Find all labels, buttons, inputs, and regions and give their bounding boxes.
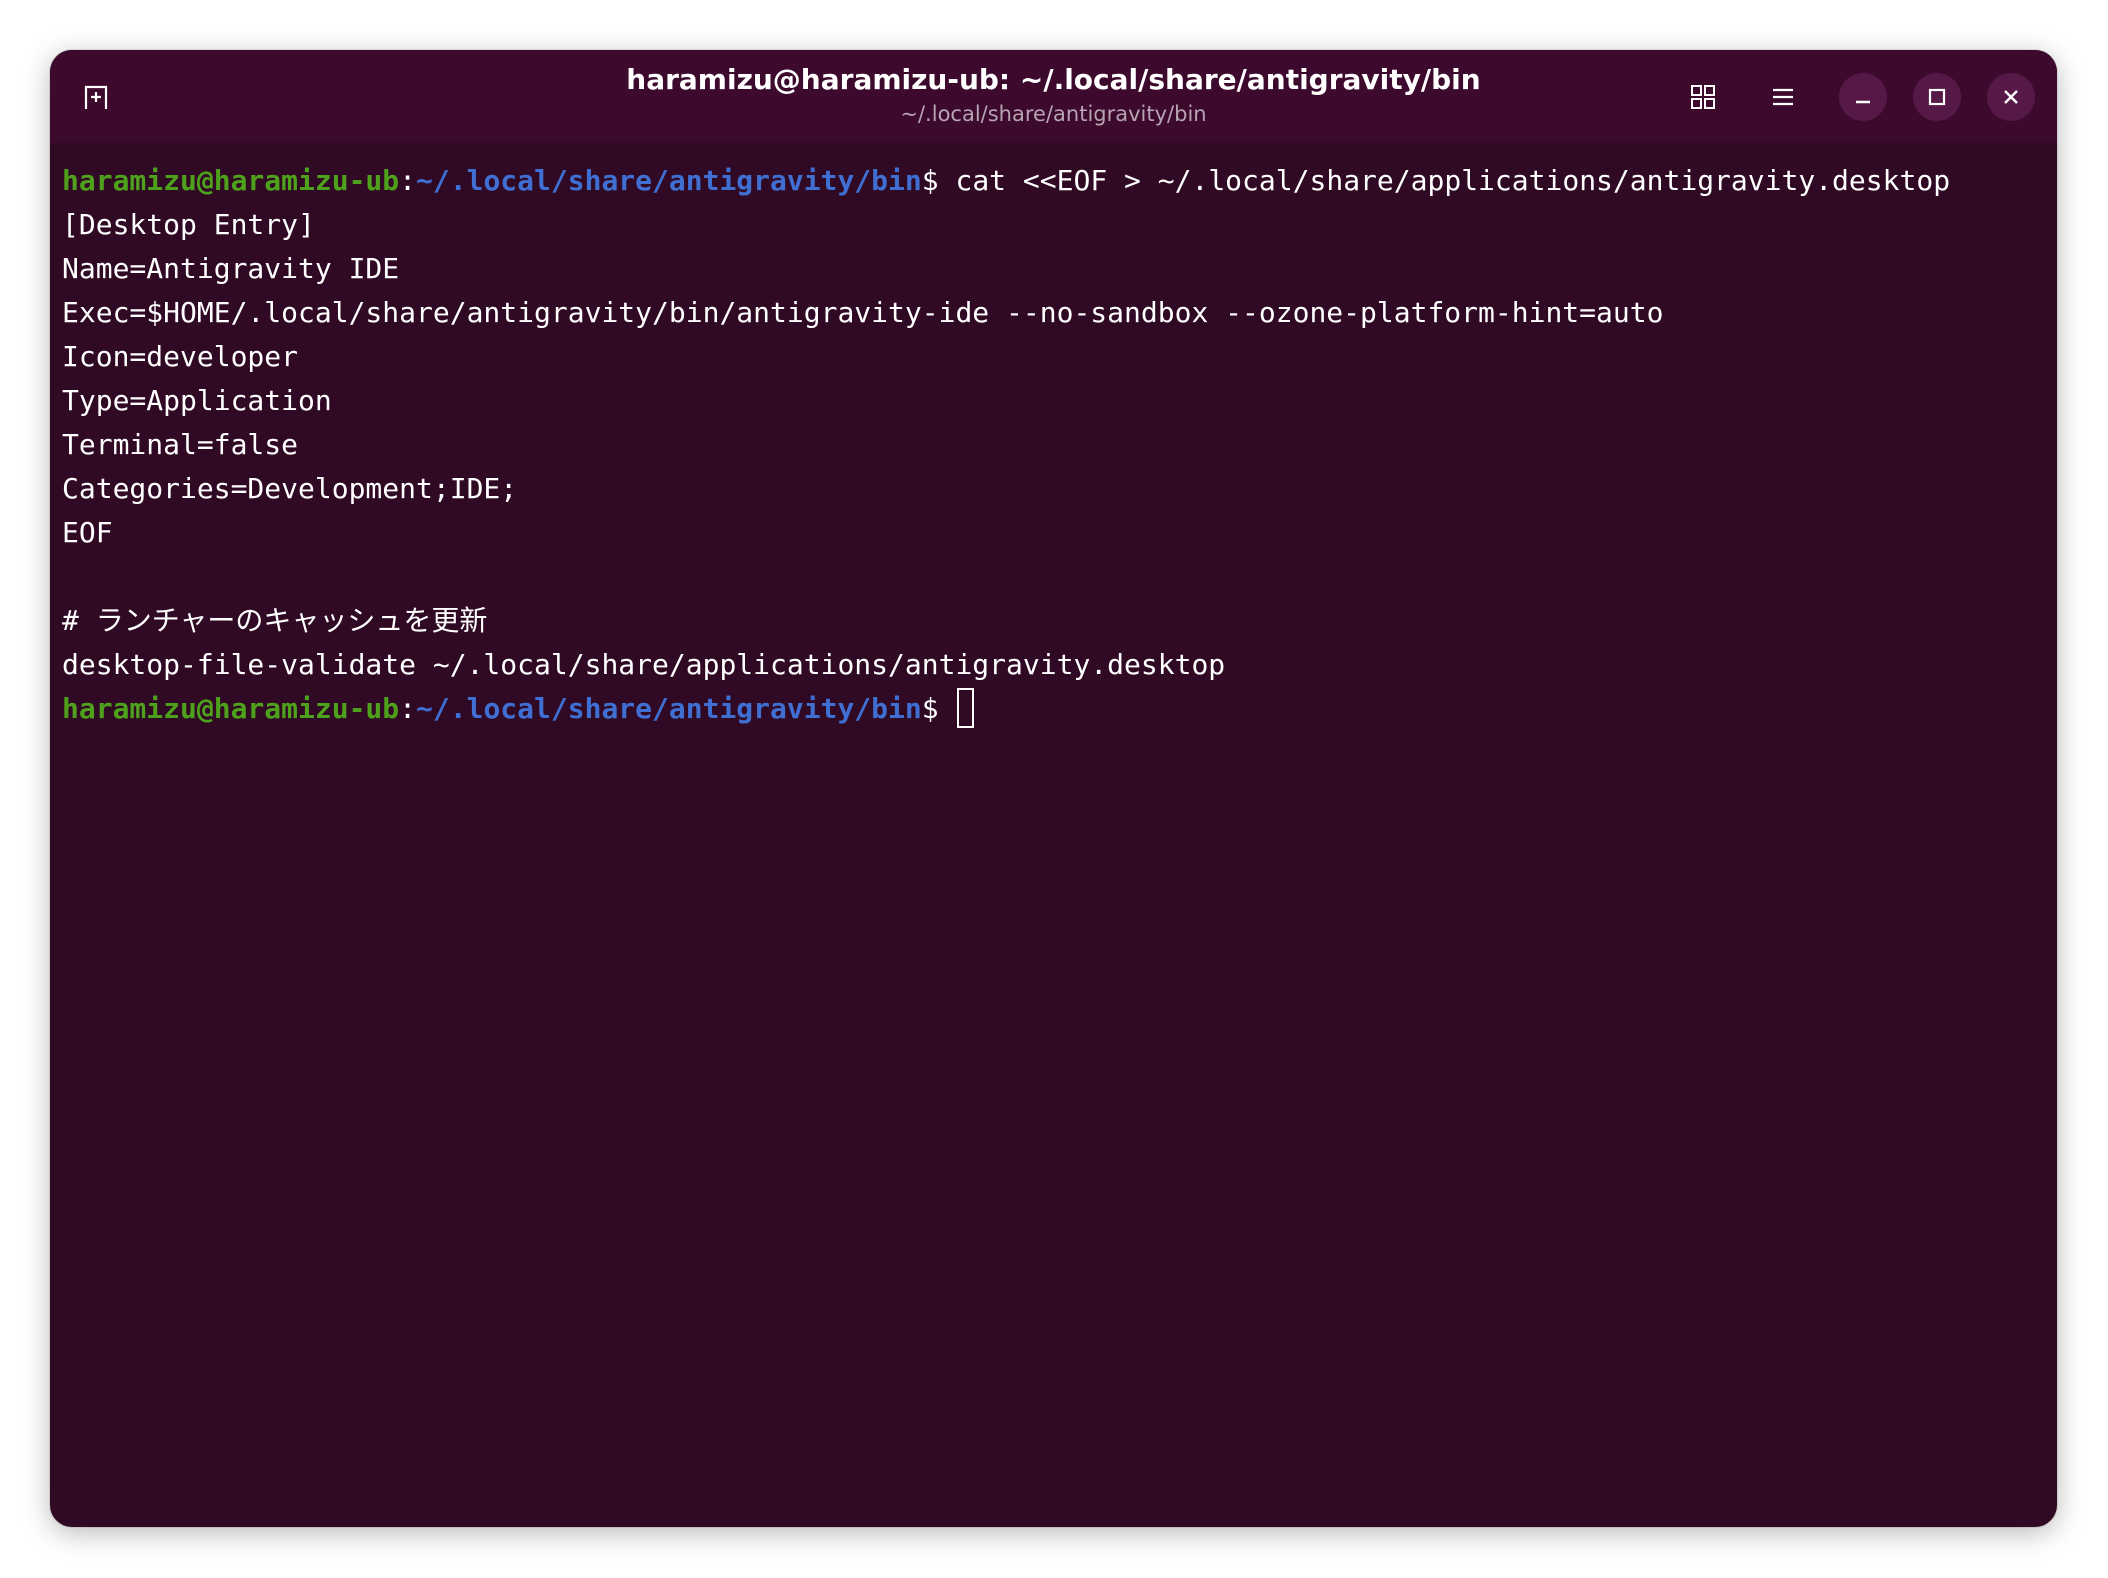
text-cursor [957, 688, 975, 728]
output-line: [Desktop Entry] [62, 208, 315, 241]
prompt-colon: : [399, 692, 417, 725]
window-subtitle: ~/.local/share/antigravity/bin [900, 102, 1207, 126]
hamburger-menu-icon [1773, 88, 1793, 106]
output-line: Type=Application [62, 384, 332, 417]
view-tabs-button[interactable] [1679, 73, 1727, 121]
minimize-button[interactable] [1839, 73, 1887, 121]
output-line: Name=Antigravity IDE [62, 252, 400, 285]
grid-icon [1691, 85, 1715, 109]
prompt-colon: : [399, 164, 417, 197]
prompt-path: ~/.local/share/antigravity/bin [416, 692, 922, 725]
maximize-icon [1928, 88, 1946, 106]
output-line: # ランチャーのキャッシュを更新 [62, 604, 488, 637]
active-prompt-line: haramizu@haramizu-ub:~/.local/share/anti… [62, 687, 2042, 731]
maximize-button[interactable] [1913, 73, 1961, 121]
command-line: haramizu@haramizu-ub:~/.local/share/anti… [62, 159, 2042, 203]
output-line: Exec=$HOME/.local/share/antigravity/bin/… [62, 296, 1664, 329]
terminal-output[interactable]: haramizu@haramizu-ub:~/.local/share/anti… [62, 143, 2042, 1513]
output-line: desktop-file-validate ~/.local/share/app… [62, 648, 1226, 681]
main-menu-button[interactable] [1759, 73, 1807, 121]
output-line: Icon=developer [62, 340, 299, 373]
close-icon [2004, 90, 2018, 104]
minimize-icon [1856, 100, 1870, 104]
header-bar: haramizu@haramizu-ub: ~/.local/share/ant… [50, 50, 2057, 143]
close-button[interactable] [1987, 73, 2035, 121]
output-line: Terminal=false [62, 428, 299, 461]
prompt-user-host: haramizu@haramizu-ub [62, 692, 400, 725]
prompt-user-host: haramizu@haramizu-ub [62, 164, 400, 197]
output-line: Categories=Development;IDE; [62, 472, 518, 505]
window-title: haramizu@haramizu-ub: ~/.local/share/ant… [626, 63, 1481, 96]
prompt-path: ~/.local/share/antigravity/bin [416, 164, 922, 197]
terminal-window: haramizu@haramizu-ub: ~/.local/share/ant… [50, 50, 2057, 1527]
command-text: cat <<EOF > ~/.local/share/applications/… [938, 164, 1951, 197]
output-line: EOF [62, 516, 113, 549]
prompt-dollar: $ [921, 164, 939, 197]
prompt-dollar: $ [921, 692, 939, 725]
